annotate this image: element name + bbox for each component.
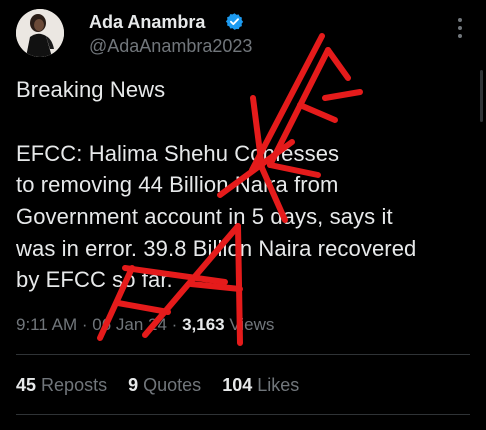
views-count: 3,163 bbox=[182, 315, 225, 334]
likes-link[interactable]: 104 Likes bbox=[222, 375, 299, 395]
tweet-time[interactable]: 9:11 AM bbox=[16, 315, 77, 334]
tweet-date[interactable]: 06 Jan 24 bbox=[92, 315, 167, 334]
tweet-text-line: EFCC: Halima Shehu Confesses bbox=[16, 141, 340, 166]
tweet-text-line: to removing 44 Billion Naira from bbox=[16, 172, 339, 197]
reposts-link[interactable]: 45 Reposts bbox=[16, 375, 107, 395]
quotes-count: 9 bbox=[128, 375, 139, 395]
views-label: Views bbox=[229, 315, 275, 334]
avatar[interactable] bbox=[16, 9, 64, 57]
tweet-text-line: Government account in 5 days, says it bbox=[16, 204, 393, 229]
tweet-text-line: was in error. 39.8 Billion Naira recover… bbox=[16, 236, 417, 261]
tweet-card: Ada Anambra @AdaAnambra2023 Breaking New… bbox=[0, 0, 486, 430]
reposts-label: Reposts bbox=[41, 375, 108, 395]
reposts-count: 45 bbox=[16, 375, 37, 395]
tweet-meta: 9:11 AM · 06 Jan 24 · 3,163 Views bbox=[16, 315, 274, 335]
meta-separator: · bbox=[81, 315, 93, 334]
engagement-stats: 45 Reposts 9 Quotes 104 Likes bbox=[16, 375, 315, 396]
tweet-text-line: Breaking News bbox=[16, 77, 166, 102]
quotes-label: Quotes bbox=[143, 375, 202, 395]
verified-badge-icon bbox=[225, 13, 244, 30]
author-name[interactable]: Ada Anambra bbox=[89, 12, 205, 33]
quotes-link[interactable]: 9 Quotes bbox=[128, 375, 201, 395]
divider bbox=[16, 414, 470, 415]
scrollbar-thumb[interactable] bbox=[480, 70, 483, 122]
likes-count: 104 bbox=[222, 375, 253, 395]
divider bbox=[16, 354, 470, 355]
avatar-image bbox=[16, 9, 64, 57]
more-options-icon[interactable] bbox=[448, 16, 472, 40]
tweet-text-line: by EFCC so far. bbox=[16, 267, 173, 292]
author-handle[interactable]: @AdaAnambra2023 bbox=[89, 36, 252, 57]
meta-separator: · bbox=[171, 315, 183, 334]
likes-label: Likes bbox=[257, 375, 300, 395]
